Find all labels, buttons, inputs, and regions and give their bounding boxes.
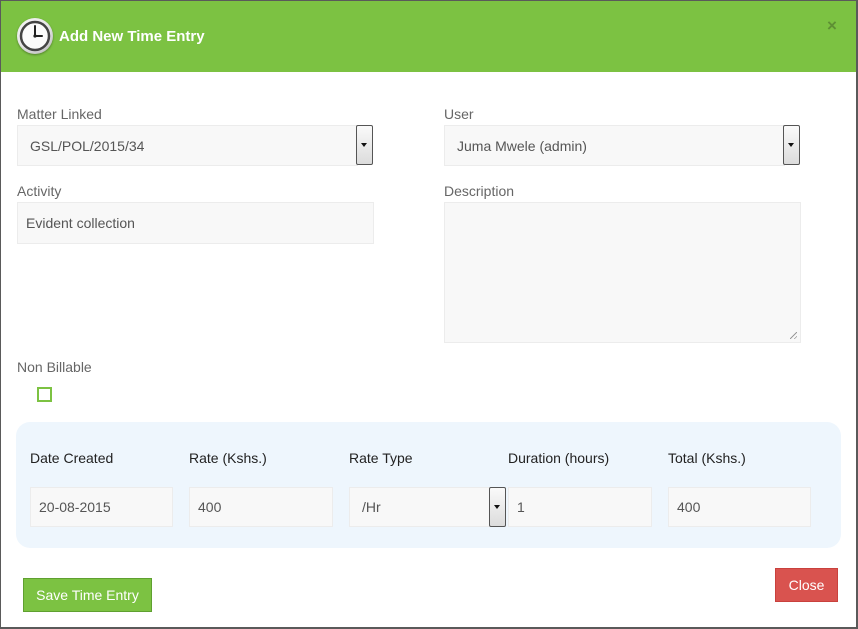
- add-time-entry-modal: Add New Time Entry × Matter Linked GSL/P…: [1, 1, 856, 627]
- rate-label: Rate (Kshs.): [189, 450, 267, 466]
- clock-icon: [17, 18, 53, 54]
- activity-label: Activity: [17, 183, 62, 199]
- duration-input[interactable]: 1: [508, 487, 652, 527]
- user-select[interactable]: Juma Mwele (admin): [444, 125, 785, 166]
- non-billable-label: Non Billable: [17, 359, 92, 375]
- rate-type-value: /Hr: [362, 499, 381, 515]
- rate-type-select[interactable]: /Hr: [349, 487, 491, 527]
- user-label: User: [444, 106, 474, 122]
- duration-value: 1: [517, 499, 525, 515]
- close-button[interactable]: Close: [775, 568, 838, 602]
- user-value: Juma Mwele (admin): [457, 137, 587, 154]
- chevron-down-icon: [494, 505, 500, 509]
- matter-linked-value: GSL/POL/2015/34: [30, 137, 145, 154]
- duration-label: Duration (hours): [508, 450, 610, 466]
- matter-linked-select[interactable]: GSL/POL/2015/34: [17, 125, 358, 166]
- rate-value: 400: [198, 499, 222, 515]
- rate-type-label: Rate Type: [349, 450, 413, 466]
- non-billable-checkbox[interactable]: [37, 387, 52, 402]
- total-value: 400: [677, 499, 701, 515]
- description-textarea[interactable]: [444, 202, 801, 343]
- modal-title: Add New Time Entry: [59, 28, 205, 45]
- activity-input[interactable]: Evident collection: [17, 202, 374, 244]
- modal-header: Add New Time Entry ×: [1, 1, 856, 72]
- date-created-value: 20-08-2015: [39, 499, 111, 515]
- total-label: Total (Kshs.): [668, 450, 746, 466]
- save-time-entry-button[interactable]: Save Time Entry: [23, 578, 152, 612]
- matter-linked-label: Matter Linked: [17, 106, 102, 122]
- description-label: Description: [444, 183, 515, 199]
- date-created-input[interactable]: 20-08-2015: [30, 487, 173, 527]
- date-created-label: Date Created: [30, 450, 114, 466]
- chevron-down-icon: [788, 143, 794, 147]
- rate-type-dropdown-button[interactable]: [489, 487, 506, 527]
- matter-linked-dropdown-button[interactable]: [356, 125, 373, 165]
- resize-grip-icon[interactable]: [790, 332, 797, 339]
- total-input[interactable]: 400: [668, 487, 811, 527]
- chevron-down-icon: [361, 143, 367, 147]
- activity-value: Evident collection: [26, 215, 135, 231]
- rate-panel: [16, 422, 841, 548]
- close-icon[interactable]: ×: [827, 17, 837, 34]
- user-dropdown-button[interactable]: [783, 125, 800, 165]
- rate-input[interactable]: 400: [189, 487, 333, 527]
